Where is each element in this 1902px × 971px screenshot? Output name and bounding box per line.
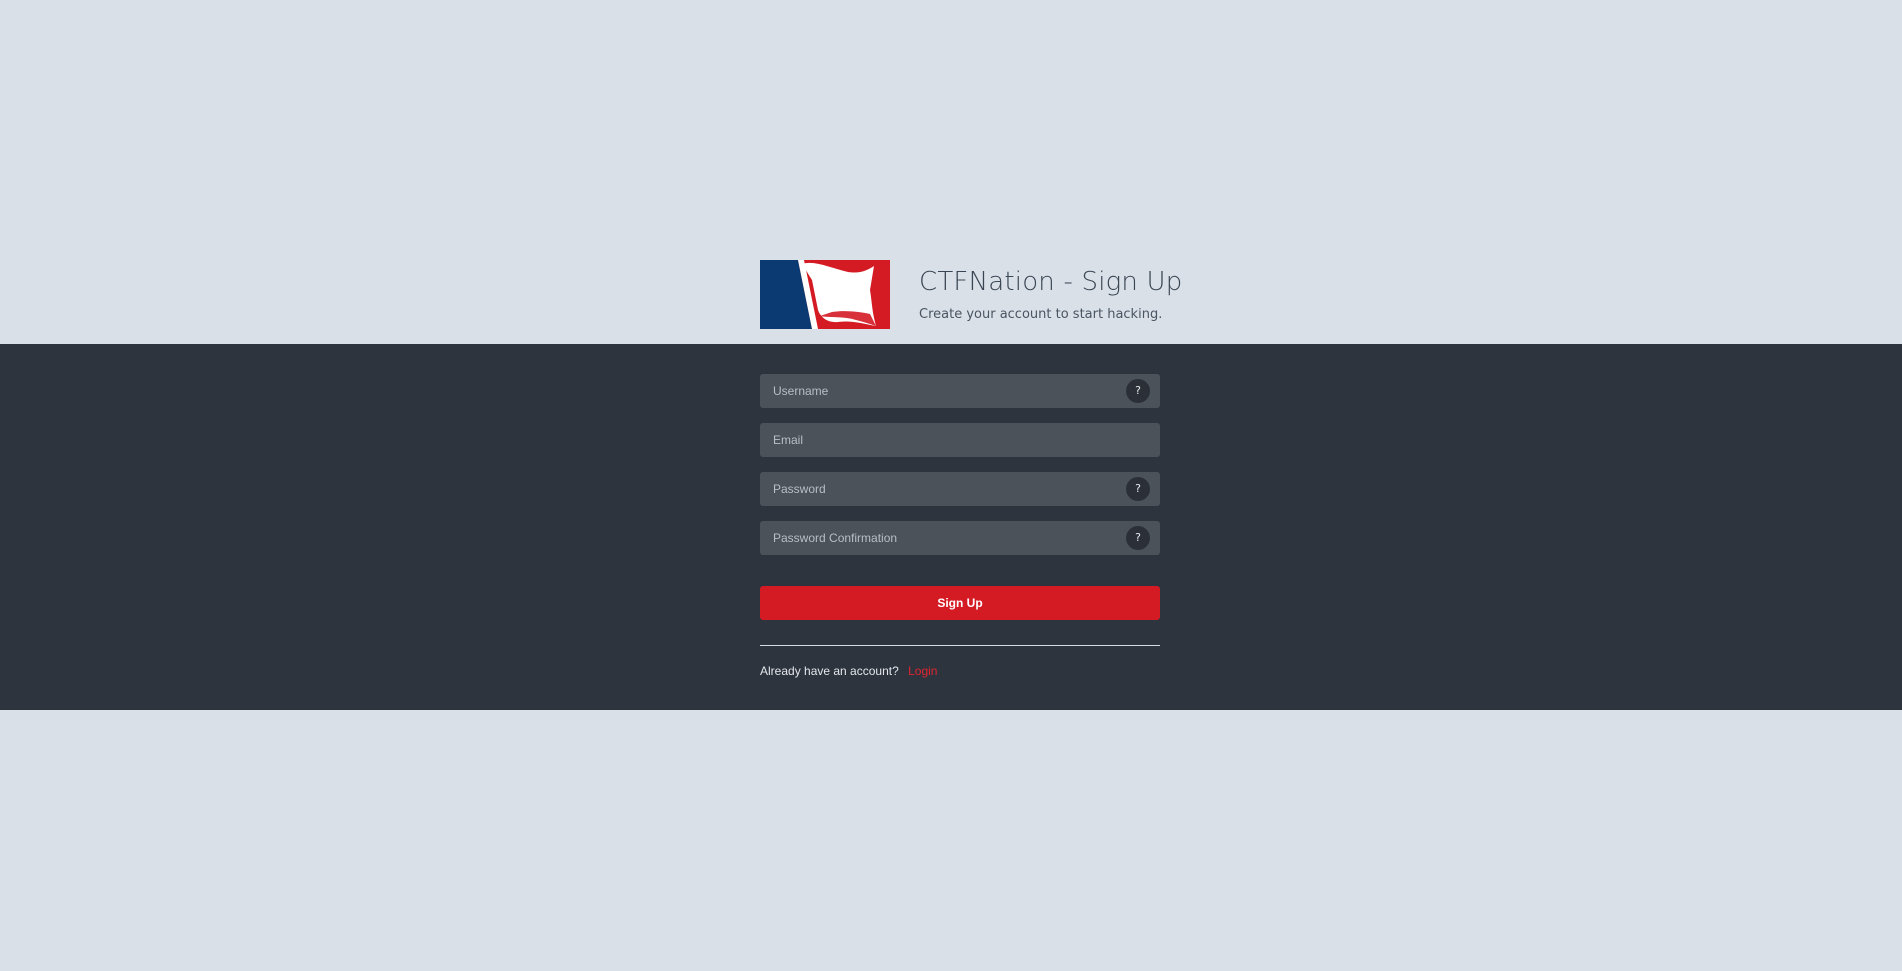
username-field: ? [760,374,1160,408]
flag-logo-icon [760,260,890,329]
signup-form-band: ? ? ? Sign Up Already have an account? L… [0,344,1902,710]
username-help-icon[interactable]: ? [1126,379,1150,403]
username-input[interactable] [760,374,1160,408]
password-input[interactable] [760,472,1160,506]
password-confirmation-help-icon[interactable]: ? [1126,526,1150,550]
signup-header: CTFNation - Sign Up Create your account … [760,260,1182,329]
form-divider [760,645,1160,646]
login-prompt: Already have an account? Login [760,664,1160,678]
login-link[interactable]: Login [908,664,937,678]
page-title: CTFNation - Sign Up [919,267,1183,297]
email-input[interactable] [760,423,1160,457]
signup-form: ? ? ? Sign Up Already have an account? L… [760,374,1160,678]
password-confirmation-field: ? [760,521,1160,555]
signup-page: CTFNation - Sign Up Create your account … [0,0,1902,971]
header-titles: CTFNation - Sign Up Create your account … [919,260,1183,322]
page-subtitle: Create your account to start hacking. [919,307,1163,322]
password-help-icon[interactable]: ? [1126,477,1150,501]
sign-up-button[interactable]: Sign Up [760,586,1160,620]
email-field [760,423,1160,457]
login-prompt-text: Already have an account? [760,664,899,678]
password-confirmation-input[interactable] [760,521,1160,555]
password-field: ? [760,472,1160,506]
